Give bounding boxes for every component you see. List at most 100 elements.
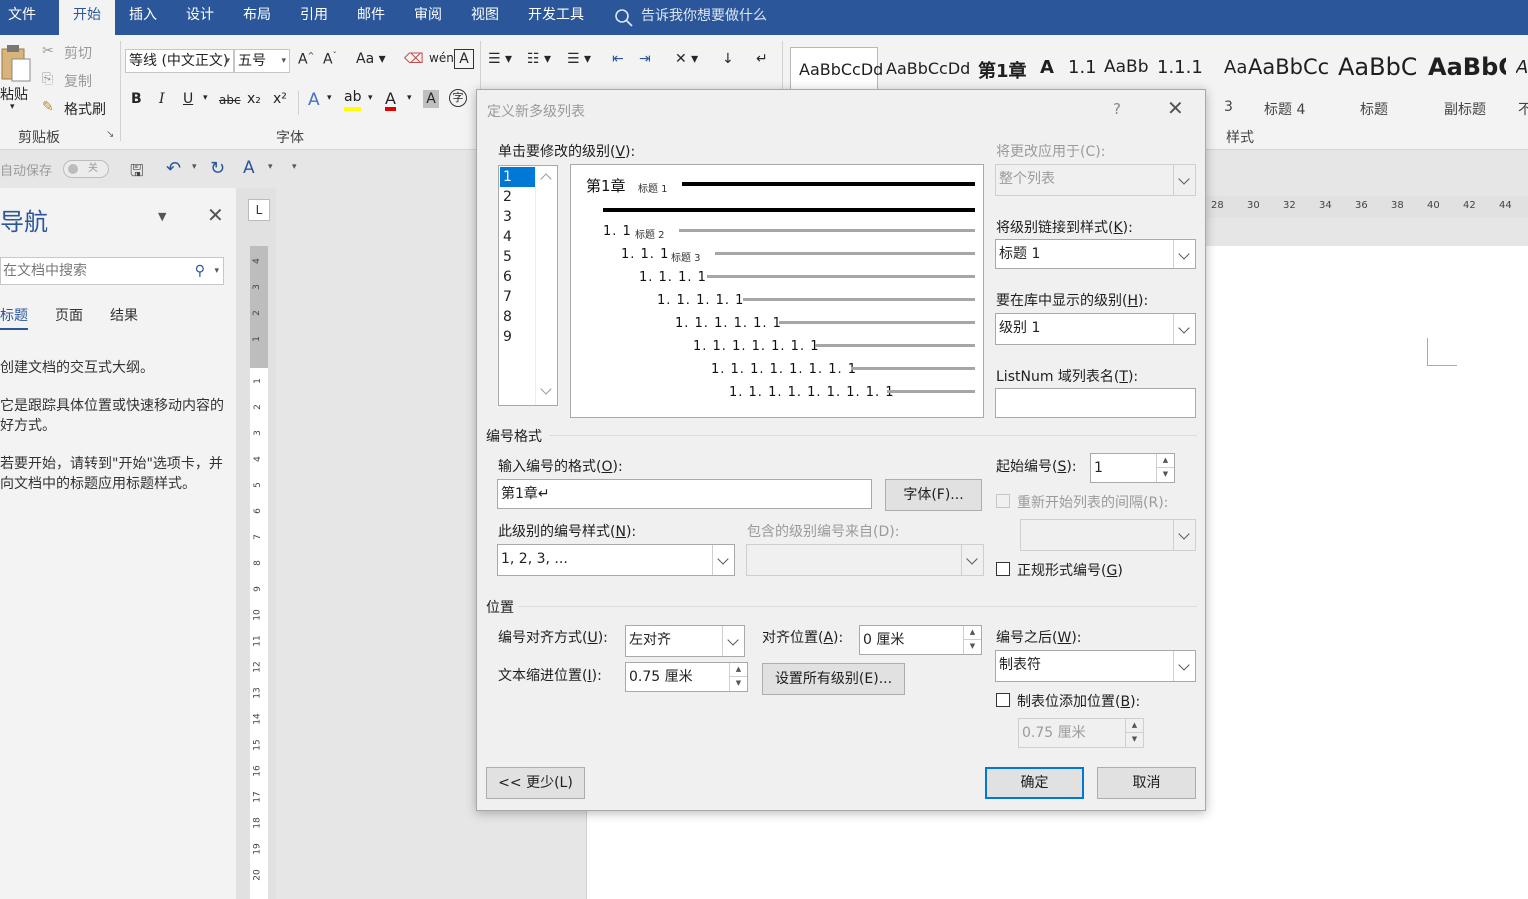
subscript-button[interactable]: x₂ <box>247 91 261 107</box>
chevron-down-icon[interactable]: ▾ <box>407 93 412 103</box>
close-icon[interactable]: ✕ <box>1167 96 1184 120</box>
level-item[interactable]: 7 <box>500 287 536 307</box>
close-icon[interactable]: ✕ <box>207 205 224 225</box>
search-input[interactable]: 在文档中搜索 ⚲ ▾ <box>0 257 224 285</box>
alignment-select[interactable]: 左对齐 <box>625 625 745 657</box>
bullets-icon[interactable]: ☰ ▾ <box>488 51 512 67</box>
highlight-icon[interactable]: ab <box>344 89 362 111</box>
chevron-down-icon[interactable]: ▾ <box>268 162 273 172</box>
underline-button[interactable]: U <box>183 91 193 107</box>
increase-indent-icon[interactable]: ⇥ <box>639 51 651 67</box>
nav-tab-pages[interactable]: 页面 <box>55 305 83 325</box>
style-tile-more[interactable]: A 不 <box>1516 47 1528 119</box>
tab-mailings[interactable]: 邮件 <box>355 0 387 35</box>
spin-up-icon[interactable]: ▲ <box>964 626 981 640</box>
italic-button[interactable]: I <box>159 91 165 107</box>
text-effects-icon[interactable]: A <box>308 90 320 110</box>
copy-icon[interactable]: ⎘ <box>42 71 53 87</box>
tab-home[interactable]: 开始 <box>59 0 115 35</box>
ok-button[interactable]: 确定 <box>985 767 1084 799</box>
chevron-down-icon[interactable]: ▼ <box>158 210 166 223</box>
level-item[interactable]: 6 <box>500 267 536 287</box>
level-scrollbar[interactable] <box>535 166 557 405</box>
redo-icon[interactable]: ↻ <box>210 158 225 179</box>
shrink-font-icon[interactable]: Aˇ <box>323 51 337 68</box>
spin-up-icon[interactable]: ▲ <box>1157 454 1174 468</box>
vertical-ruler[interactable]: 4 3 2 1 1 2 3 4 5 6 7 8 9 10 11 12 13 14 15 16 17 18 19 20 <box>250 246 268 899</box>
text-effects-icon[interactable]: A <box>243 158 255 178</box>
multilevel-list-icon[interactable]: ☰ ▾ <box>567 51 591 67</box>
legal-style-checkbox[interactable] <box>996 562 1010 576</box>
tab-file[interactable]: 文件 <box>6 0 38 35</box>
chevron-up-icon[interactable] <box>540 173 552 185</box>
grow-font-icon[interactable]: A^ <box>298 51 314 68</box>
nav-tab-headings[interactable]: 标题 <box>0 305 28 330</box>
tab-stop-checkbox[interactable] <box>996 693 1010 707</box>
level-list[interactable]: 123456789 <box>498 165 558 406</box>
set-all-levels-button[interactable]: 设置所有级别(E)... <box>762 663 905 695</box>
chevron-down-icon[interactable] <box>1173 651 1195 681</box>
tab-design[interactable]: 设计 <box>184 0 216 35</box>
tab-layout[interactable]: 布局 <box>241 0 273 35</box>
cancel-button[interactable]: 取消 <box>1097 767 1196 799</box>
horizontal-ruler[interactable]: 28 30 32 34 36 38 40 42 44 <box>1205 196 1528 218</box>
chevron-down-icon[interactable] <box>1173 240 1195 268</box>
tab-selector[interactable]: L <box>248 199 270 221</box>
paste-icon[interactable] <box>0 43 34 83</box>
save-icon[interactable]: 🖫 <box>130 160 144 187</box>
superscript-button[interactable]: x² <box>273 91 287 107</box>
spin-down-icon[interactable]: ▼ <box>964 640 981 654</box>
search-icon[interactable]: ⚲ <box>195 258 205 284</box>
level-item[interactable]: 4 <box>500 227 536 247</box>
tab-review[interactable]: 审阅 <box>412 0 444 35</box>
style-tile-subtitle[interactable]: AaBbC 副标题 <box>1428 47 1506 119</box>
nav-tab-results[interactable]: 结果 <box>110 305 138 325</box>
level-item[interactable]: 2 <box>500 187 536 207</box>
chevron-down-icon[interactable]: ▾ <box>192 162 197 172</box>
chevron-down-icon[interactable] <box>712 545 734 575</box>
gallery-level-select[interactable]: 级别 1 <box>995 313 1196 345</box>
tab-developer[interactable]: 开发工具 <box>526 0 586 35</box>
font-size-combo[interactable]: 五号 ▾ <box>234 49 290 73</box>
style-tile-title[interactable]: AaBbC 标题 <box>1338 47 1416 119</box>
tab-insert[interactable]: 插入 <box>127 0 159 35</box>
format-painter-icon[interactable]: ✎ <box>42 99 54 115</box>
less-button[interactable]: << 更少(L) <box>486 767 585 799</box>
level-item[interactable]: 9 <box>500 327 536 347</box>
chevron-down-icon[interactable] <box>722 626 744 656</box>
level-item[interactable]: 5 <box>500 247 536 267</box>
copy-button[interactable]: 复制 <box>64 71 92 91</box>
start-at-spinner[interactable]: 1 ▲ ▼ <box>1090 453 1175 483</box>
clear-format-icon[interactable]: ⌫ <box>404 51 424 67</box>
cut-button[interactable]: 剪切 <box>64 43 92 63</box>
autosave-toggle[interactable]: 关 <box>63 160 109 178</box>
format-painter-button[interactable]: 格式刷 <box>64 99 106 119</box>
number-format-input[interactable]: 第1章↵ <box>497 479 872 509</box>
sort-icon[interactable]: ↓ <box>722 51 734 67</box>
link-style-select[interactable]: 标题 1 <box>995 239 1196 269</box>
numbering-icon[interactable]: ☷ ▾ <box>527 51 551 67</box>
chevron-down-icon[interactable]: ▾ <box>214 258 219 284</box>
tab-view[interactable]: 视图 <box>469 0 501 35</box>
level-item[interactable]: 3 <box>500 207 536 227</box>
change-case-button[interactable]: Aa ▾ <box>356 51 386 67</box>
chevron-down-icon[interactable]: ▾ <box>327 93 332 103</box>
paste-dropdown-icon[interactable]: ▾ <box>10 102 15 112</box>
font-color-icon[interactable]: A <box>385 89 396 111</box>
phonetic-guide-icon[interactable]: wén <box>429 51 454 65</box>
font-button[interactable]: 字体(F)... <box>885 479 982 511</box>
chevron-down-icon[interactable] <box>1173 314 1195 344</box>
char-border-icon[interactable]: A <box>454 49 474 69</box>
chevron-down-icon[interactable] <box>540 383 552 395</box>
customize-qat-icon[interactable]: ▾ <box>292 162 297 172</box>
spin-down-icon[interactable]: ▼ <box>1157 468 1174 482</box>
cut-icon[interactable]: ✂ <box>42 43 54 59</box>
clipboard-launcher-icon[interactable]: ↘ <box>106 129 114 140</box>
aligned-at-spinner[interactable]: 0 厘米 ▲ ▼ <box>859 625 982 655</box>
chevron-down-icon[interactable]: ▾ <box>368 93 373 103</box>
spin-up-icon[interactable]: ▲ <box>730 663 747 677</box>
enclose-char-icon[interactable]: 字 <box>449 89 467 107</box>
underline-dropdown-icon[interactable]: ▾ <box>203 93 208 103</box>
undo-icon[interactable]: ↶ <box>166 158 181 179</box>
decrease-indent-icon[interactable]: ⇤ <box>612 51 624 67</box>
